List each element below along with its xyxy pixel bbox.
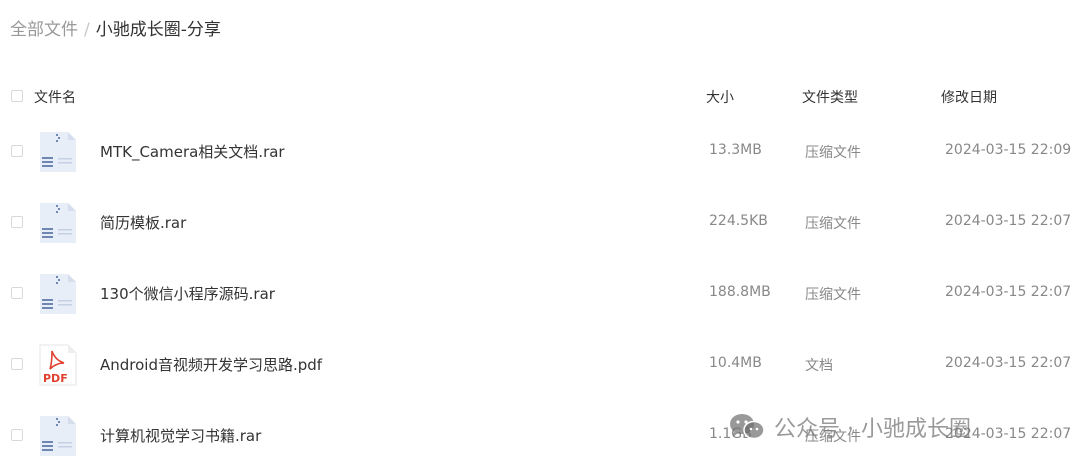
column-header-name[interactable]: 文件名: [34, 87, 76, 107]
file-name[interactable]: 简历模板.rar: [100, 212, 186, 233]
file-size: 13.3MB: [709, 142, 762, 158]
breadcrumb-separator: /: [84, 20, 90, 40]
file-size: 188.8MB: [709, 284, 771, 300]
breadcrumb-root-link[interactable]: 全部文件: [10, 20, 78, 40]
archive-file-icon: [36, 201, 80, 245]
pdf-file-icon: PDF: [36, 343, 80, 387]
row-checkbox[interactable]: [11, 287, 23, 299]
file-type: 压缩文件: [805, 287, 861, 303]
column-header-size[interactable]: 大小: [706, 87, 734, 107]
row-checkbox[interactable]: [11, 358, 23, 370]
file-name[interactable]: Android音视频开发学习思路.pdf: [100, 354, 322, 375]
table-row[interactable]: 130个微信小程序源码.rar 188.8MB 压缩文件 2024-03-15 …: [0, 264, 1080, 324]
breadcrumb: 全部文件 / 小驰成长圈-分享: [10, 18, 221, 42]
file-size: 10.4MB: [709, 355, 762, 371]
file-name[interactable]: MTK_Camera相关文档.rar: [100, 141, 285, 162]
column-header-modified[interactable]: 修改日期: [941, 87, 997, 107]
file-modified-date: 2024-03-15 22:07: [945, 355, 1072, 371]
row-checkbox[interactable]: [11, 145, 23, 157]
archive-file-icon: [36, 414, 80, 458]
file-type: 压缩文件: [805, 216, 861, 232]
file-size: 224.5KB: [709, 213, 768, 229]
archive-file-icon: [36, 272, 80, 316]
select-all-checkbox[interactable]: [11, 90, 23, 102]
watermark: 公众号 · 小驰成长圈: [728, 410, 971, 444]
wechat-icon: [730, 414, 765, 440]
column-header-type[interactable]: 文件类型: [802, 87, 858, 107]
row-checkbox[interactable]: [11, 216, 23, 228]
table-row[interactable]: PDF Android音视频开发学习思路.pdf 10.4MB 文档 2024-…: [0, 335, 1080, 395]
watermark-text: 公众号 · 小驰成长圈: [774, 417, 971, 442]
file-name[interactable]: 130个微信小程序源码.rar: [100, 283, 275, 304]
row-checkbox[interactable]: [11, 429, 23, 441]
breadcrumb-current-folder: 小驰成长圈-分享: [95, 20, 221, 40]
file-type: 文档: [805, 358, 833, 374]
table-row[interactable]: 简历模板.rar 224.5KB 压缩文件 2024-03-15 22:07: [0, 193, 1080, 253]
file-modified-date: 2024-03-15 22:09: [945, 142, 1072, 158]
file-name[interactable]: 计算机视觉学习书籍.rar: [100, 425, 261, 446]
table-header: 文件名 大小 文件类型 修改日期: [0, 82, 1080, 110]
file-modified-date: 2024-03-15 22:07: [945, 284, 1072, 300]
file-modified-date: 2024-03-15 22:07: [945, 213, 1072, 229]
file-browser: 全部文件 / 小驰成长圈-分享 文件名 大小 文件类型 修改日期 MTK_Came: [0, 0, 1080, 469]
file-type: 压缩文件: [805, 145, 861, 161]
table-row[interactable]: MTK_Camera相关文档.rar 13.3MB 压缩文件 2024-03-1…: [0, 122, 1080, 182]
pdf-icon-label: PDF: [43, 372, 68, 385]
archive-file-icon: [36, 130, 80, 174]
